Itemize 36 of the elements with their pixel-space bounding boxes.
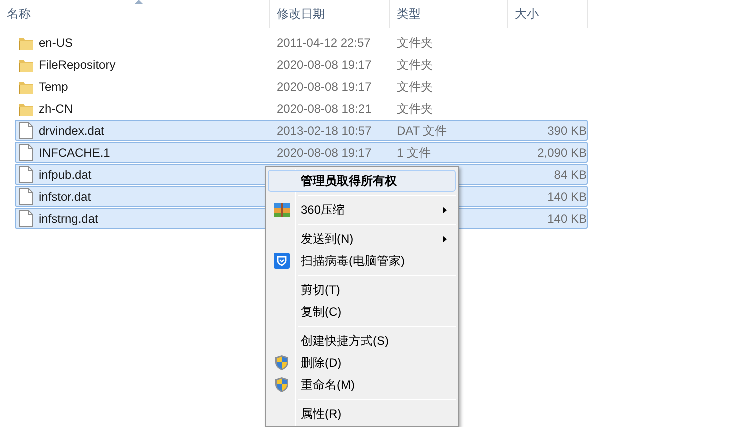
file-name: zh-CN: [38, 100, 74, 118]
menu-label: 创建快捷方式(S): [300, 333, 389, 350]
modified-date: 2020-08-08 19:17: [277, 56, 373, 74]
file-type: 文件夹: [397, 34, 434, 52]
file-name: drvindex.dat: [38, 122, 106, 140]
menu-label: 剪切(T): [300, 282, 340, 299]
file-size: 2,090 KB: [536, 144, 587, 162]
file-name: FileRepository: [38, 56, 117, 74]
menu-label: 扫描病毒(电脑管家): [300, 253, 405, 270]
file-type: 文件夹: [397, 56, 434, 74]
file-type: 文件夹: [397, 100, 434, 118]
menu-label: 管理员取得所有权: [300, 173, 397, 190]
modified-date: 2013-02-18 10:57: [277, 122, 373, 140]
file-type: DAT 文件: [397, 122, 448, 140]
file-type: 文件夹: [397, 78, 434, 96]
file-name: Temp: [38, 78, 70, 96]
menu-label: 发送到(N): [300, 231, 354, 248]
menu-label: 重命名(M): [300, 377, 355, 394]
menu-label: 属性(R): [300, 406, 342, 423]
file-name: infpub.dat: [38, 166, 93, 184]
menu-label: 360压缩: [300, 202, 346, 219]
menu-label: 删除(D): [300, 355, 342, 372]
modified-date: 2011-04-12 22:57: [277, 34, 372, 52]
file-size: 84 KB: [553, 166, 587, 184]
modified-date: 2020-08-08 19:17: [277, 144, 373, 162]
file-size: 390 KB: [546, 122, 587, 140]
file-name: infstor.dat: [38, 188, 92, 206]
modified-date: 2020-08-08 18:21: [277, 100, 373, 118]
menu-label: 复制(C): [300, 304, 342, 321]
file-size: 140 KB: [546, 188, 587, 206]
file-name: INFCACHE.1: [38, 144, 112, 162]
modified-date: 2020-08-08 19:17: [277, 78, 373, 96]
file-type: 1 文件: [397, 144, 432, 162]
file-name: en-US: [38, 34, 74, 52]
file-name: infstrng.dat: [38, 210, 100, 228]
file-size: 140 KB: [546, 210, 587, 228]
